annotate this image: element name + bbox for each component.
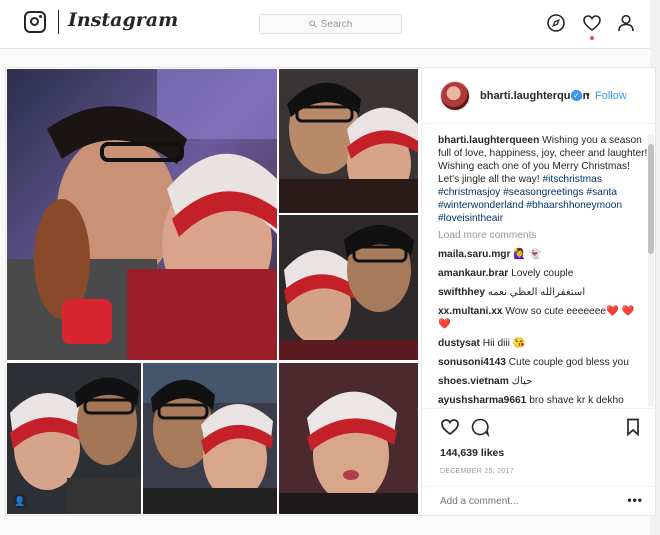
search-input[interactable]: Search [259,14,402,34]
comments-list[interactable]: bharti.laughterqueen Wishing you a seaso… [438,134,648,406]
hashtag[interactable]: #santa [586,187,617,198]
comment-username[interactable]: xx.multani.xx [438,306,503,317]
avatar[interactable] [440,81,470,111]
comment-username[interactable]: sonusoni4143 [438,357,506,368]
hashtag[interactable]: #christmasjoy [438,187,500,198]
comment-username[interactable]: swifthhey [438,287,485,298]
comment-username[interactable]: amankaur.brar [438,268,508,279]
comment-item: amankaur.brar Lovely couple [438,267,648,280]
hashtag[interactable]: #itschristmas [542,174,601,185]
comment-text: استغفرالله العظي نعمه [487,287,586,298]
photo-tile-kiss [7,69,277,360]
comment-item: ayushsharma9661 bro shave kr k dekho [438,394,648,406]
user-tag-icon[interactable]: 👤 [13,494,27,508]
likes-count[interactable]: 144,639 likes [440,447,504,459]
hashtag[interactable]: #loveisintheair [438,213,503,224]
comment-text: bro shave kr k dekho [529,395,624,406]
post-actions: 144,639 likes DECEMBER 25, 2017 ••• [422,408,657,518]
heart-icon[interactable] [582,13,602,33]
instagram-wordmark[interactable]: Instagram [68,9,178,31]
bookmark-icon[interactable] [623,417,643,437]
comment-username[interactable]: dustysat [438,338,480,349]
comment-text: Cute couple god bless you [508,357,629,368]
search-placeholder: Search [320,18,353,30]
comment-username[interactable]: ayushsharma9661 [438,395,526,406]
load-more-comments-link[interactable]: Load more comments [438,229,648,242]
search-icon [308,20,317,28]
follow-button[interactable]: Follow [595,90,627,102]
comment-username[interactable]: maila.saru.mgr [438,249,510,260]
comment-item: sonusoni4143 Cute couple god bless you [438,356,648,369]
comment-item: xx.multani.xx Wow so cute eeeeeee❤️ ❤️ ❤… [438,305,648,331]
comment-text: 🙋‍♀️ 👻 [513,249,542,260]
comments-scrollbar[interactable] [648,134,654,406]
logo-divider [58,10,59,34]
verified-badge-icon: ✓ [571,90,582,101]
photo-tile-selfie-2 [279,215,418,360]
post-photo-collage[interactable]: 👤 [6,68,420,515]
post-caption: bharti.laughterqueen Wishing you a seaso… [438,134,648,225]
post-header: bharti.laughterqueen ✓ • Follow [422,68,657,124]
post-details-panel: bharti.laughterqueen ✓ • Follow bharti.l… [421,68,657,518]
comment-item: maila.saru.mgr 🙋‍♀️ 👻 [438,248,648,261]
camera-lens [30,17,39,26]
instagram-camera-icon[interactable] [24,11,46,33]
like-heart-icon[interactable] [440,417,460,437]
comment-text: حياك [511,376,533,387]
photo-tile-selfie-5 [279,363,418,514]
comment-item: dustysat Hii diii 😘 [438,337,648,350]
hashtag[interactable]: #bhaarshhoneymoon [526,200,622,211]
hashtag[interactable]: #seasongreetings [503,187,583,198]
profile-icon[interactable] [616,13,636,33]
notification-dot [590,36,594,40]
add-comment-bar: ••• [422,486,657,516]
comment-item: swifthhey استغفرالله العظي نعمه [438,286,648,299]
add-comment-input[interactable] [440,496,600,507]
follow-separator: • [586,89,590,101]
comment-text: Lovely couple [511,268,574,279]
post-card: 👤 bharti.laughterqueen ✓ • Follow bharti… [5,67,657,518]
top-navigation-bar: Instagram Search [0,0,660,49]
post-date[interactable]: DECEMBER 25, 2017 [440,468,514,475]
comment-text: Hii diii 😘 [482,338,526,349]
hashtag[interactable]: #winterwonderland [438,200,524,211]
comment-icon[interactable] [470,417,490,437]
more-options-icon[interactable]: ••• [627,493,643,507]
comments-scrollbar-thumb[interactable] [648,144,654,254]
caption-username[interactable]: bharti.laughterqueen [438,135,539,146]
comment-username[interactable]: shoes.vietnam [438,376,509,387]
photo-tile-selfie-1 [279,69,418,213]
comment-item: shoes.vietnam حياك [438,375,648,388]
photo-tile-selfie-3: 👤 [7,363,141,514]
compass-icon[interactable] [546,13,566,33]
photo-tile-selfie-4 [143,363,277,514]
camera-flash-dot [39,15,42,18]
